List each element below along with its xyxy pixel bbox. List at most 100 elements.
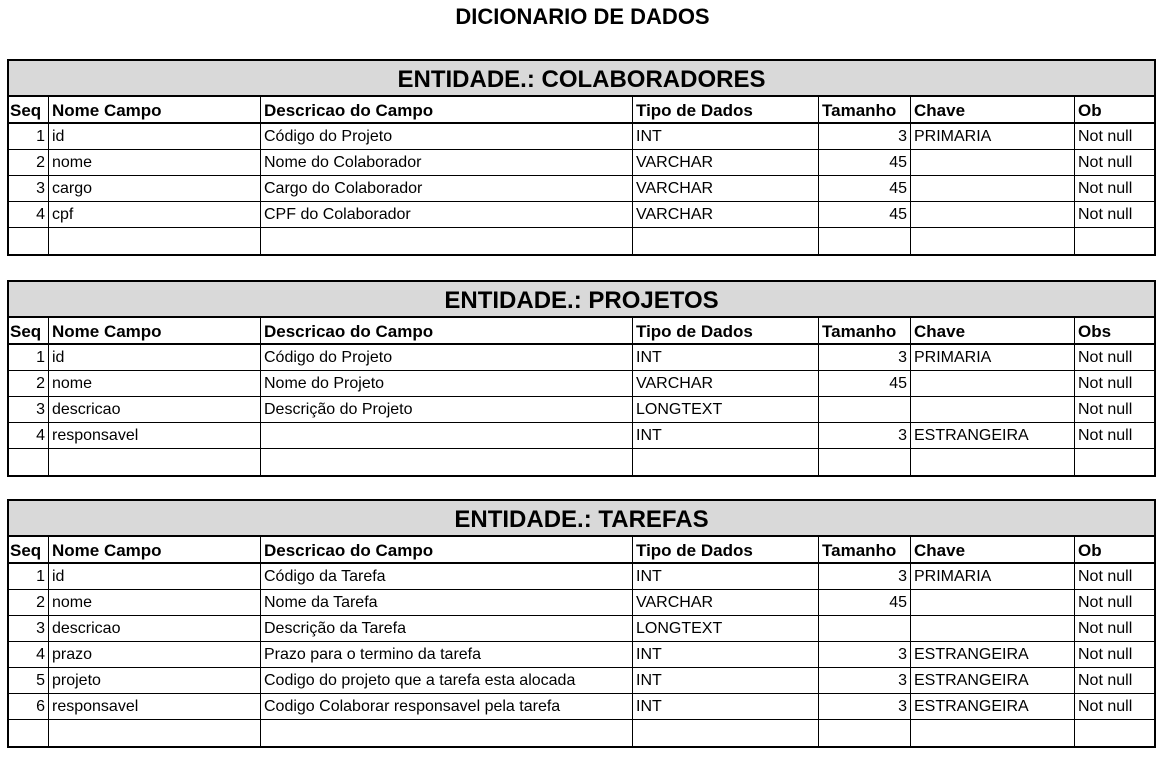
- cell-tamanho[interactable]: 3: [819, 124, 911, 149]
- cell-nome-campo[interactable]: nome: [49, 150, 261, 175]
- cell-tamanho[interactable]: 3: [819, 345, 911, 370]
- cell-nome-campo[interactable]: [49, 449, 261, 475]
- cell-tamanho[interactable]: 3: [819, 423, 911, 448]
- cell-obs[interactable]: Not null: [1075, 616, 1154, 641]
- cell-descricao-campo[interactable]: Prazo para o termino da tarefa: [261, 642, 633, 667]
- cell-descricao-campo[interactable]: Código do Projeto: [261, 124, 633, 149]
- cell-nome-campo[interactable]: descricao: [49, 397, 261, 422]
- cell-tipo-dados[interactable]: INT: [633, 423, 819, 448]
- cell-obs[interactable]: Not null: [1075, 397, 1154, 422]
- cell-descricao-campo[interactable]: Cargo do Colaborador: [261, 176, 633, 201]
- cell-chave[interactable]: [911, 202, 1075, 227]
- cell-tamanho[interactable]: 45: [819, 590, 911, 615]
- cell-tipo-dados[interactable]: LONGTEXT: [633, 616, 819, 641]
- cell-descricao-campo[interactable]: Nome da Tarefa: [261, 590, 633, 615]
- cell-obs[interactable]: Not null: [1075, 423, 1154, 448]
- cell-seq[interactable]: 2: [9, 590, 49, 615]
- cell-tipo-dados[interactable]: [633, 720, 819, 746]
- cell-tipo-dados[interactable]: VARCHAR: [633, 150, 819, 175]
- cell-seq[interactable]: 6: [9, 694, 49, 719]
- cell-chave[interactable]: [911, 720, 1075, 746]
- cell-nome-campo[interactable]: cargo: [49, 176, 261, 201]
- cell-obs[interactable]: [1075, 449, 1154, 475]
- cell-tamanho[interactable]: 3: [819, 694, 911, 719]
- cell-descricao-campo[interactable]: Código do Projeto: [261, 345, 633, 370]
- cell-nome-campo[interactable]: [49, 720, 261, 746]
- cell-tamanho[interactable]: 3: [819, 642, 911, 667]
- cell-descricao-campo[interactable]: [261, 423, 633, 448]
- cell-chave[interactable]: [911, 616, 1075, 641]
- cell-obs[interactable]: Not null: [1075, 202, 1154, 227]
- cell-tamanho[interactable]: 3: [819, 668, 911, 693]
- cell-nome-campo[interactable]: nome: [49, 590, 261, 615]
- cell-chave[interactable]: [911, 590, 1075, 615]
- cell-obs[interactable]: Not null: [1075, 176, 1154, 201]
- cell-seq[interactable]: 1: [9, 564, 49, 589]
- cell-descricao-campo[interactable]: CPF do Colaborador: [261, 202, 633, 227]
- cell-descricao-campo[interactable]: Código da Tarefa: [261, 564, 633, 589]
- cell-chave[interactable]: ESTRANGEIRA: [911, 694, 1075, 719]
- cell-chave[interactable]: ESTRANGEIRA: [911, 423, 1075, 448]
- cell-chave[interactable]: [911, 228, 1075, 254]
- cell-tamanho[interactable]: 45: [819, 371, 911, 396]
- cell-tipo-dados[interactable]: VARCHAR: [633, 176, 819, 201]
- cell-tipo-dados[interactable]: LONGTEXT: [633, 397, 819, 422]
- cell-chave[interactable]: [911, 150, 1075, 175]
- cell-obs[interactable]: Not null: [1075, 694, 1154, 719]
- cell-tamanho[interactable]: 45: [819, 202, 911, 227]
- cell-obs[interactable]: Not null: [1075, 642, 1154, 667]
- cell-seq[interactable]: 3: [9, 616, 49, 641]
- cell-nome-campo[interactable]: [49, 228, 261, 254]
- cell-tipo-dados[interactable]: INT: [633, 345, 819, 370]
- cell-tamanho[interactable]: [819, 228, 911, 254]
- cell-chave[interactable]: [911, 397, 1075, 422]
- cell-tipo-dados[interactable]: [633, 228, 819, 254]
- cell-chave[interactable]: [911, 449, 1075, 475]
- cell-descricao-campo[interactable]: Codigo Colaborar responsavel pela tarefa: [261, 694, 633, 719]
- cell-tipo-dados[interactable]: INT: [633, 642, 819, 667]
- cell-seq[interactable]: 2: [9, 371, 49, 396]
- cell-seq[interactable]: [9, 449, 49, 475]
- cell-tamanho[interactable]: [819, 616, 911, 641]
- cell-seq[interactable]: 2: [9, 150, 49, 175]
- cell-tipo-dados[interactable]: [633, 449, 819, 475]
- cell-seq[interactable]: 4: [9, 423, 49, 448]
- cell-descricao-campo[interactable]: Codigo do projeto que a tarefa esta aloc…: [261, 668, 633, 693]
- cell-tamanho[interactable]: 45: [819, 150, 911, 175]
- cell-nome-campo[interactable]: prazo: [49, 642, 261, 667]
- cell-obs[interactable]: Not null: [1075, 668, 1154, 693]
- cell-seq[interactable]: 4: [9, 202, 49, 227]
- cell-tamanho[interactable]: [819, 449, 911, 475]
- cell-chave[interactable]: ESTRANGEIRA: [911, 668, 1075, 693]
- cell-tipo-dados[interactable]: VARCHAR: [633, 202, 819, 227]
- cell-nome-campo[interactable]: nome: [49, 371, 261, 396]
- cell-chave[interactable]: [911, 371, 1075, 396]
- cell-obs[interactable]: [1075, 720, 1154, 746]
- cell-tipo-dados[interactable]: VARCHAR: [633, 590, 819, 615]
- cell-tipo-dados[interactable]: INT: [633, 564, 819, 589]
- cell-descricao-campo[interactable]: Descrição do Projeto: [261, 397, 633, 422]
- cell-nome-campo[interactable]: responsavel: [49, 694, 261, 719]
- cell-nome-campo[interactable]: projeto: [49, 668, 261, 693]
- cell-chave[interactable]: PRIMARIA: [911, 124, 1075, 149]
- cell-nome-campo[interactable]: id: [49, 345, 261, 370]
- cell-seq[interactable]: [9, 720, 49, 746]
- cell-nome-campo[interactable]: id: [49, 124, 261, 149]
- cell-descricao-campo[interactable]: [261, 228, 633, 254]
- cell-tipo-dados[interactable]: INT: [633, 694, 819, 719]
- cell-obs[interactable]: [1075, 228, 1154, 254]
- cell-chave[interactable]: [911, 176, 1075, 201]
- cell-chave[interactable]: PRIMARIA: [911, 564, 1075, 589]
- cell-nome-campo[interactable]: id: [49, 564, 261, 589]
- cell-nome-campo[interactable]: cpf: [49, 202, 261, 227]
- cell-descricao-campo[interactable]: Descrição da Tarefa: [261, 616, 633, 641]
- cell-tipo-dados[interactable]: INT: [633, 668, 819, 693]
- cell-obs[interactable]: Not null: [1075, 124, 1154, 149]
- cell-chave[interactable]: PRIMARIA: [911, 345, 1075, 370]
- cell-seq[interactable]: 1: [9, 345, 49, 370]
- cell-seq[interactable]: 5: [9, 668, 49, 693]
- cell-tamanho[interactable]: 3: [819, 564, 911, 589]
- cell-descricao-campo[interactable]: [261, 720, 633, 746]
- cell-seq[interactable]: 3: [9, 176, 49, 201]
- cell-obs[interactable]: Not null: [1075, 590, 1154, 615]
